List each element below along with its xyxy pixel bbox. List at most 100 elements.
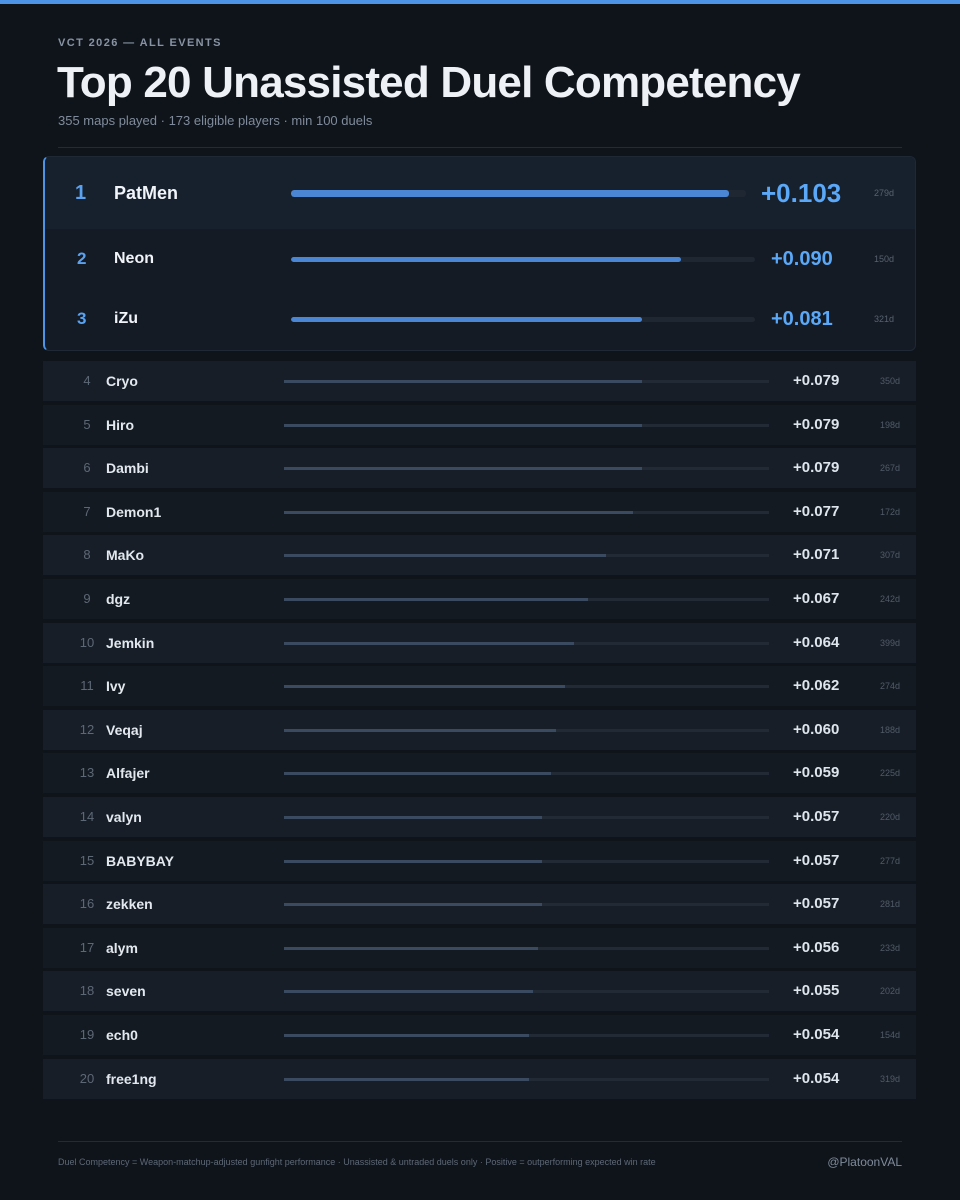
leaderboard-row: 7 Demon1 +0.077 172d: [43, 492, 916, 532]
bar: [284, 685, 566, 688]
bar: [284, 729, 556, 732]
bar-track: [291, 190, 746, 197]
podium-row: 1 PatMen +0.103 279d: [45, 157, 915, 229]
value-label: +0.103: [761, 178, 842, 208]
bar-track: [284, 642, 769, 645]
player-name: Cryo: [106, 373, 138, 389]
player-name: Hiro: [106, 417, 134, 433]
page-title: Top 20 Unassisted Duel Competency: [57, 58, 801, 107]
value-label: +0.057: [793, 852, 840, 869]
duel-count: 321d: [874, 314, 895, 324]
leaderboard-row: 20 free1ng +0.054 319d: [43, 1059, 916, 1099]
rank-label: 2: [77, 249, 87, 268]
player-name: Alfajer: [106, 765, 150, 781]
bar: [291, 257, 682, 262]
bar-track: [284, 380, 769, 383]
bar-track: [284, 990, 769, 993]
leaderboard-row: 16 zekken +0.057 281d: [43, 884, 916, 924]
value-label: +0.071: [793, 546, 840, 563]
leaderboard-row: 18 seven +0.055 202d: [43, 971, 916, 1011]
leaderboard-row: 8 MaKo +0.071 307d: [43, 535, 916, 575]
player-name: iZu: [114, 310, 138, 327]
value-label: +0.062: [793, 677, 840, 694]
bar: [284, 554, 606, 557]
rank-label: 8: [83, 547, 91, 562]
leaderboard-row: 9 dgz +0.067 242d: [43, 579, 916, 619]
rank-label: 5: [83, 417, 91, 432]
value-label: +0.057: [793, 895, 840, 912]
rank-label: 7: [83, 504, 91, 519]
duel-count: 154d: [880, 1030, 901, 1040]
footer-divider: [58, 1141, 902, 1142]
player-name: PatMen: [114, 183, 179, 203]
rank-label: 6: [83, 460, 91, 475]
bar: [284, 772, 552, 775]
bar-track: [284, 860, 769, 863]
bar: [284, 467, 643, 470]
duel-count: 233d: [880, 943, 901, 953]
leaderboard-row: 19 ech0 +0.054 154d: [43, 1015, 916, 1055]
leaderboard-row: 12 Veqaj +0.060 188d: [43, 710, 916, 750]
leaderboard-row: 17 alym +0.056 233d: [43, 928, 916, 968]
value-label: +0.090: [771, 248, 833, 270]
top-accent-bar: [0, 0, 960, 4]
podium-panel: 1 PatMen +0.103 279d 2 Neon +0.090 150d 3 iZu +0.0…: [43, 156, 916, 351]
rank-label: 15: [79, 853, 95, 868]
value-label: +0.079: [793, 459, 840, 476]
duel-count: 150d: [874, 254, 895, 264]
value-label: +0.067: [793, 590, 840, 607]
bar-track: [284, 554, 769, 557]
duel-count: 307d: [880, 550, 901, 560]
footer-methodology-note: Duel Competency = Weapon-matchup-adjuste…: [58, 1157, 656, 1167]
rank-label: 11: [80, 678, 94, 693]
player-name: Ivy: [106, 678, 126, 694]
player-name: BABYBAY: [106, 853, 174, 869]
player-name: MaKo: [106, 547, 145, 563]
duel-count: 399d: [880, 638, 901, 648]
value-label: +0.079: [793, 372, 840, 389]
duel-count: 274d: [880, 681, 901, 691]
value-label: +0.054: [793, 1026, 840, 1043]
player-name: valyn: [106, 809, 142, 825]
rank-label: 14: [79, 809, 95, 824]
bar: [284, 903, 543, 906]
duel-count: 202d: [880, 986, 901, 996]
header-divider: [58, 147, 902, 148]
footer-handle: @PlatoonVAL: [827, 1155, 902, 1169]
rank-label: 16: [79, 896, 95, 911]
duel-count: 267d: [880, 463, 901, 473]
rank-label: 9: [83, 591, 91, 606]
page-subtitle: 355 maps played · 173 eligible players ·…: [58, 113, 373, 128]
bar: [284, 642, 575, 645]
rank-label: 17: [79, 940, 95, 955]
leaderboard-row: 6 Dambi +0.079 267d: [43, 448, 916, 488]
bar-track: [284, 511, 769, 514]
bar: [284, 424, 643, 427]
rank-label: 1: [75, 182, 87, 204]
bar-track: [284, 772, 769, 775]
bar: [284, 860, 543, 863]
bar-track: [291, 317, 755, 322]
rank-label: 3: [77, 309, 87, 328]
bar: [284, 990, 534, 993]
player-name: Veqaj: [106, 722, 143, 738]
duel-count: 277d: [880, 856, 901, 866]
bar-track: [284, 947, 769, 950]
rank-label: 19: [79, 1027, 95, 1042]
rank-label: 20: [79, 1071, 95, 1086]
player-name: Demon1: [106, 504, 162, 520]
bar-track: [284, 729, 769, 732]
bar-track: [284, 903, 769, 906]
value-label: +0.057: [793, 808, 840, 825]
rank-label: 18: [79, 983, 95, 998]
leaderboard-row: 10 Jemkin +0.064 399d: [43, 623, 916, 663]
bar-track: [284, 598, 769, 601]
bar: [284, 598, 588, 601]
player-name: zekken: [106, 896, 153, 912]
leaderboard-row: 11 Ivy +0.062 274d: [43, 666, 916, 706]
value-label: +0.059: [793, 764, 840, 781]
leaderboard-row: 4 Cryo +0.079 350d: [43, 361, 916, 401]
player-name: Jemkin: [106, 635, 155, 651]
bar: [284, 816, 543, 819]
rank-label: 4: [83, 373, 91, 388]
